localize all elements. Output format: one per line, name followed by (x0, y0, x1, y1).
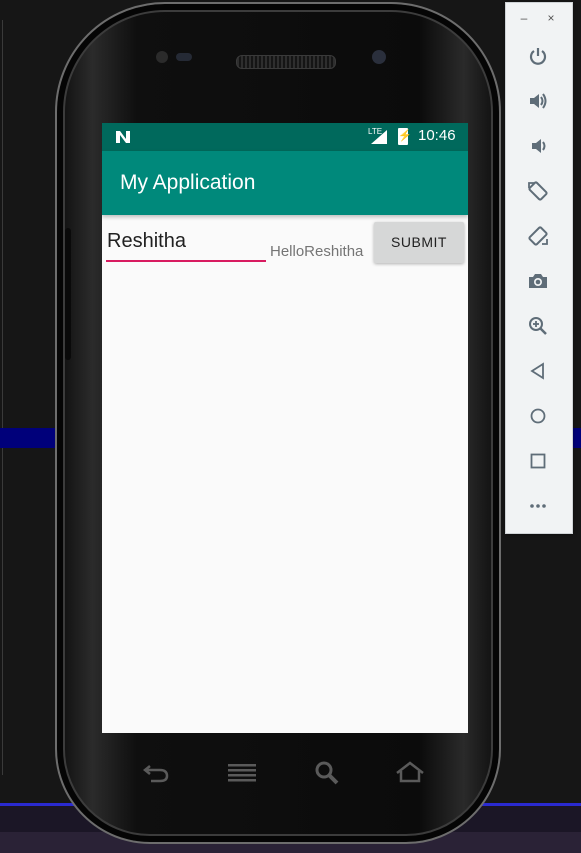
home-icon[interactable] (527, 405, 549, 427)
app-title: My Application (120, 171, 256, 194)
status-time: 10:46 (418, 127, 456, 144)
close-button[interactable]: × (544, 11, 558, 25)
home-key-icon[interactable] (395, 760, 425, 786)
phone-side-button (65, 228, 71, 360)
overview-icon[interactable] (527, 450, 549, 472)
volume-up-icon[interactable] (527, 90, 549, 112)
emulator-toolbar: – × (505, 2, 573, 534)
signal-icon (371, 130, 387, 144)
search-key-icon[interactable] (313, 760, 343, 786)
zoom-icon[interactable] (527, 315, 549, 337)
more-icon[interactable] (527, 495, 549, 517)
power-icon[interactable] (527, 45, 549, 67)
back-icon[interactable] (527, 360, 549, 382)
proximity-sensor (156, 51, 168, 63)
rotate-left-icon[interactable] (527, 180, 549, 202)
device-screen: LTE ⚡ 10:46 My Application Reshitha Hell… (102, 123, 468, 733)
name-input-value: Reshitha (107, 230, 186, 252)
status-bar: LTE ⚡ 10:46 (102, 123, 468, 151)
back-key-icon[interactable] (141, 760, 171, 786)
name-input[interactable]: Reshitha (106, 226, 266, 262)
menu-key-icon[interactable] (228, 760, 258, 786)
light-sensor (176, 53, 192, 61)
submit-button[interactable]: SUBMIT (374, 222, 464, 263)
greeting-text: HelloReshitha (270, 243, 364, 260)
phone-speaker (236, 55, 336, 69)
app-bar: My Application (102, 151, 468, 215)
minimize-button[interactable]: – (517, 11, 531, 25)
front-camera (372, 50, 386, 64)
rotate-right-icon[interactable] (527, 225, 549, 247)
background-divider (2, 20, 3, 775)
battery-icon: ⚡ (398, 128, 412, 145)
screenshot-icon[interactable] (527, 270, 549, 292)
android-n-icon (116, 131, 130, 143)
volume-down-icon[interactable] (527, 135, 549, 157)
